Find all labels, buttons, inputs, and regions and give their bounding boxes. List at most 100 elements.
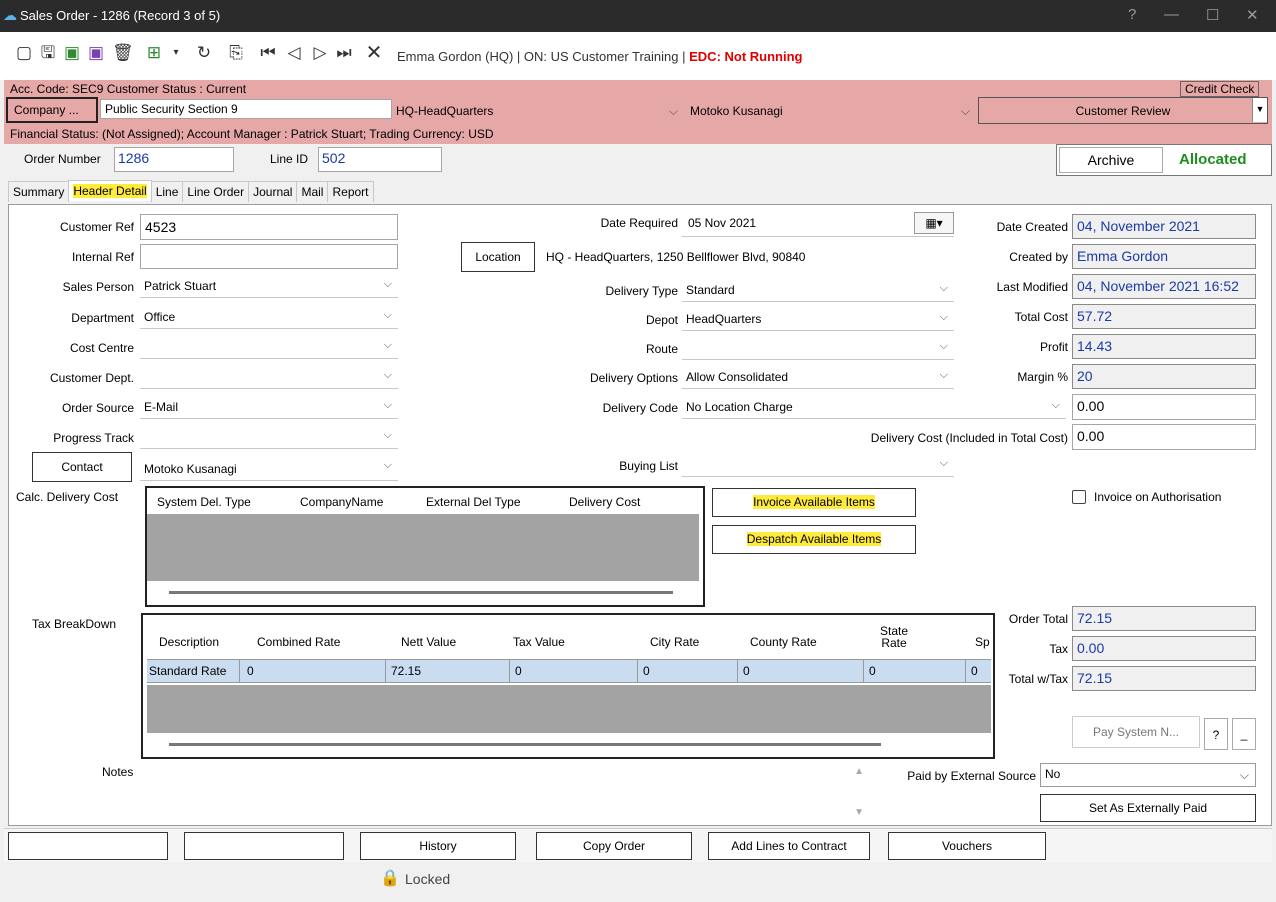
pay-minus-button[interactable]: _ <box>1232 718 1256 750</box>
route-select[interactable]: ⌵ <box>682 338 954 360</box>
cancel-icon[interactable]: ✕ <box>364 42 384 64</box>
customer-ref-field[interactable]: 4523 <box>140 214 398 240</box>
delivery-type-select[interactable]: Standard ⌵ <box>682 280 954 302</box>
new-icon[interactable]: ▢ <box>14 42 34 64</box>
invoice-on-auth-checkbox[interactable] <box>1072 490 1086 504</box>
history-button[interactable]: History <box>360 832 516 860</box>
cell-divider <box>385 660 386 682</box>
col-tax-value[interactable]: Tax Value <box>513 635 565 649</box>
col-delivery-cost[interactable]: Delivery Cost <box>569 495 640 509</box>
add-lines-to-contract-button[interactable]: Add Lines to Contract <box>708 832 870 860</box>
margin-label: Margin % <box>1017 370 1068 384</box>
col-external-del-type[interactable]: External Del Type <box>426 495 521 509</box>
col-system-del-type[interactable]: System Del. Type <box>157 495 251 509</box>
despatch-available-button[interactable]: Despatch Available Items <box>712 525 916 554</box>
pay-help-button[interactable]: ? <box>1204 718 1228 750</box>
calendar-icon[interactable]: ▦▾ <box>914 212 954 234</box>
save-icon[interactable]: 🖫 <box>38 42 58 64</box>
col-sp[interactable]: Sp <box>975 635 990 649</box>
copy-order-button[interactable]: Copy Order <box>536 832 692 860</box>
help-icon[interactable]: ? <box>1128 6 1136 23</box>
sales-person-select[interactable]: Patrick Stuart ⌵ <box>140 276 398 298</box>
company-button[interactable]: Company ... <box>6 97 98 123</box>
invoice-on-auth-label: Invoice on Authorisation <box>1094 490 1222 504</box>
contact-select-field[interactable]: Motoko Kusanagi ⌵ <box>140 457 398 481</box>
delivery-code-amount[interactable]: 0.00 <box>1072 394 1256 420</box>
pay-system-button[interactable]: Pay System N... <box>1072 716 1200 748</box>
horizontal-scrollbar[interactable] <box>169 743 881 746</box>
col-state-rate[interactable]: State Rate <box>874 625 914 649</box>
progress-track-select[interactable]: ⌵ <box>140 427 398 449</box>
tax-total-field: 0.00 <box>1072 636 1256 661</box>
credit-check-button[interactable]: Credit Check <box>1180 81 1260 97</box>
delivery-options-select[interactable]: Allow Consolidated ⌵ <box>682 367 954 389</box>
first-record-icon[interactable]: ⏮ <box>258 42 278 64</box>
blank-button-2[interactable] <box>184 832 344 860</box>
col-combined-rate[interactable]: Combined Rate <box>257 635 340 649</box>
previous-record-icon[interactable]: ◁ <box>284 42 304 64</box>
delivery-code-label: Delivery Code <box>602 401 678 415</box>
order-number-field[interactable]: 1286 <box>114 147 234 172</box>
col-description[interactable]: Description <box>159 635 219 649</box>
internal-ref-field[interactable] <box>140 244 398 269</box>
customer-review-button[interactable]: Customer Review <box>978 97 1268 124</box>
profit-field: 14.43 <box>1072 334 1256 359</box>
invoice-available-label: Invoice Available Items <box>753 495 875 509</box>
company-name-field[interactable]: Public Security Section 9 <box>100 99 392 119</box>
paid-external-select[interactable]: No ⌵ <box>1040 763 1256 787</box>
table-row[interactable]: Standard Rate 0 72.15 0 0 0 0 0 <box>147 659 991 683</box>
minimize-icon[interactable]: — <box>1164 6 1179 23</box>
last-record-icon[interactable]: ⏭ <box>334 42 354 64</box>
contact-button[interactable]: Contact <box>32 452 132 482</box>
refresh-icon[interactable]: ↻ <box>194 42 214 64</box>
set-externally-paid-button[interactable]: Set As Externally Paid <box>1040 794 1256 822</box>
cell-divider <box>737 660 738 682</box>
col-county-rate[interactable]: County Rate <box>750 635 817 649</box>
delete-icon[interactable]: 🗑 <box>112 42 134 64</box>
tab-line-order[interactable]: Line Order <box>182 181 250 202</box>
review-dropdown-icon[interactable]: ▼ <box>1252 98 1267 122</box>
col-nett-value[interactable]: Nett Value <box>401 635 456 649</box>
invoice-available-button[interactable]: Invoice Available Items <box>712 488 916 517</box>
vouchers-button[interactable]: Vouchers <box>888 832 1046 860</box>
tab-summary[interactable]: Summary <box>8 181 70 202</box>
save-close-icon[interactable]: ▣ <box>86 42 106 64</box>
chevron-down-icon: ⌵ <box>383 309 392 321</box>
next-record-icon[interactable]: ▷ <box>310 42 330 64</box>
tab-journal[interactable]: Journal <box>248 181 298 202</box>
department-select[interactable]: Office ⌵ <box>140 307 398 329</box>
depot-select[interactable]: HeadQuarters ⌵ <box>682 309 954 331</box>
tab-report[interactable]: Report <box>327 181 374 202</box>
delivery-cost-field[interactable]: 0.00 <box>1072 424 1256 450</box>
tab-mail[interactable]: Mail <box>296 181 329 202</box>
customer-dept-select[interactable]: ⌵ <box>140 367 398 389</box>
calc-delivery-grid: System Del. Type CompanyName External De… <box>145 486 705 607</box>
maximize-icon[interactable]: ☐ <box>1206 6 1219 24</box>
order-source-label: Order Source <box>61 401 134 415</box>
scroll-down-icon[interactable]: ▼ <box>854 807 864 818</box>
date-required-value[interactable]: 05 Nov 2021 <box>688 216 756 230</box>
archive-button[interactable]: Archive <box>1059 147 1163 173</box>
add-icon[interactable]: ⊞ <box>144 42 164 64</box>
site-select[interactable]: HQ-HeadQuarters ⌵ <box>392 99 686 121</box>
contact-select[interactable]: Motoko Kusanagi ⌵ <box>686 99 978 121</box>
line-id-field[interactable]: 502 <box>318 147 442 172</box>
col-company-name[interactable]: CompanyName <box>300 495 383 509</box>
buying-list-select[interactable]: ⌵ <box>682 455 954 477</box>
tab-line[interactable]: Line <box>150 181 184 202</box>
horizontal-scrollbar[interactable] <box>169 591 673 594</box>
dropdown-arrow-icon[interactable]: ▾ <box>166 42 186 64</box>
attach-icon[interactable]: ⎘ <box>226 42 246 64</box>
order-source-select[interactable]: E-Mail ⌵ <box>140 397 398 419</box>
cost-centre-select[interactable]: ⌵ <box>140 337 398 359</box>
notes-textarea[interactable]: ▲ ▼ <box>142 762 868 822</box>
blank-button-1[interactable] <box>8 832 168 860</box>
chevron-down-icon: ⌵ <box>383 429 392 441</box>
tab-header-detail[interactable]: Header Detail <box>68 180 152 201</box>
save-new-icon[interactable]: ▣ <box>62 42 82 64</box>
scroll-up-icon[interactable]: ▲ <box>854 766 864 777</box>
location-button[interactable]: Location <box>461 242 535 272</box>
col-city-rate[interactable]: City Rate <box>650 635 699 649</box>
delivery-code-select[interactable]: No Location Charge ⌵ <box>682 397 1066 419</box>
close-icon[interactable]: ✕ <box>1246 6 1259 24</box>
